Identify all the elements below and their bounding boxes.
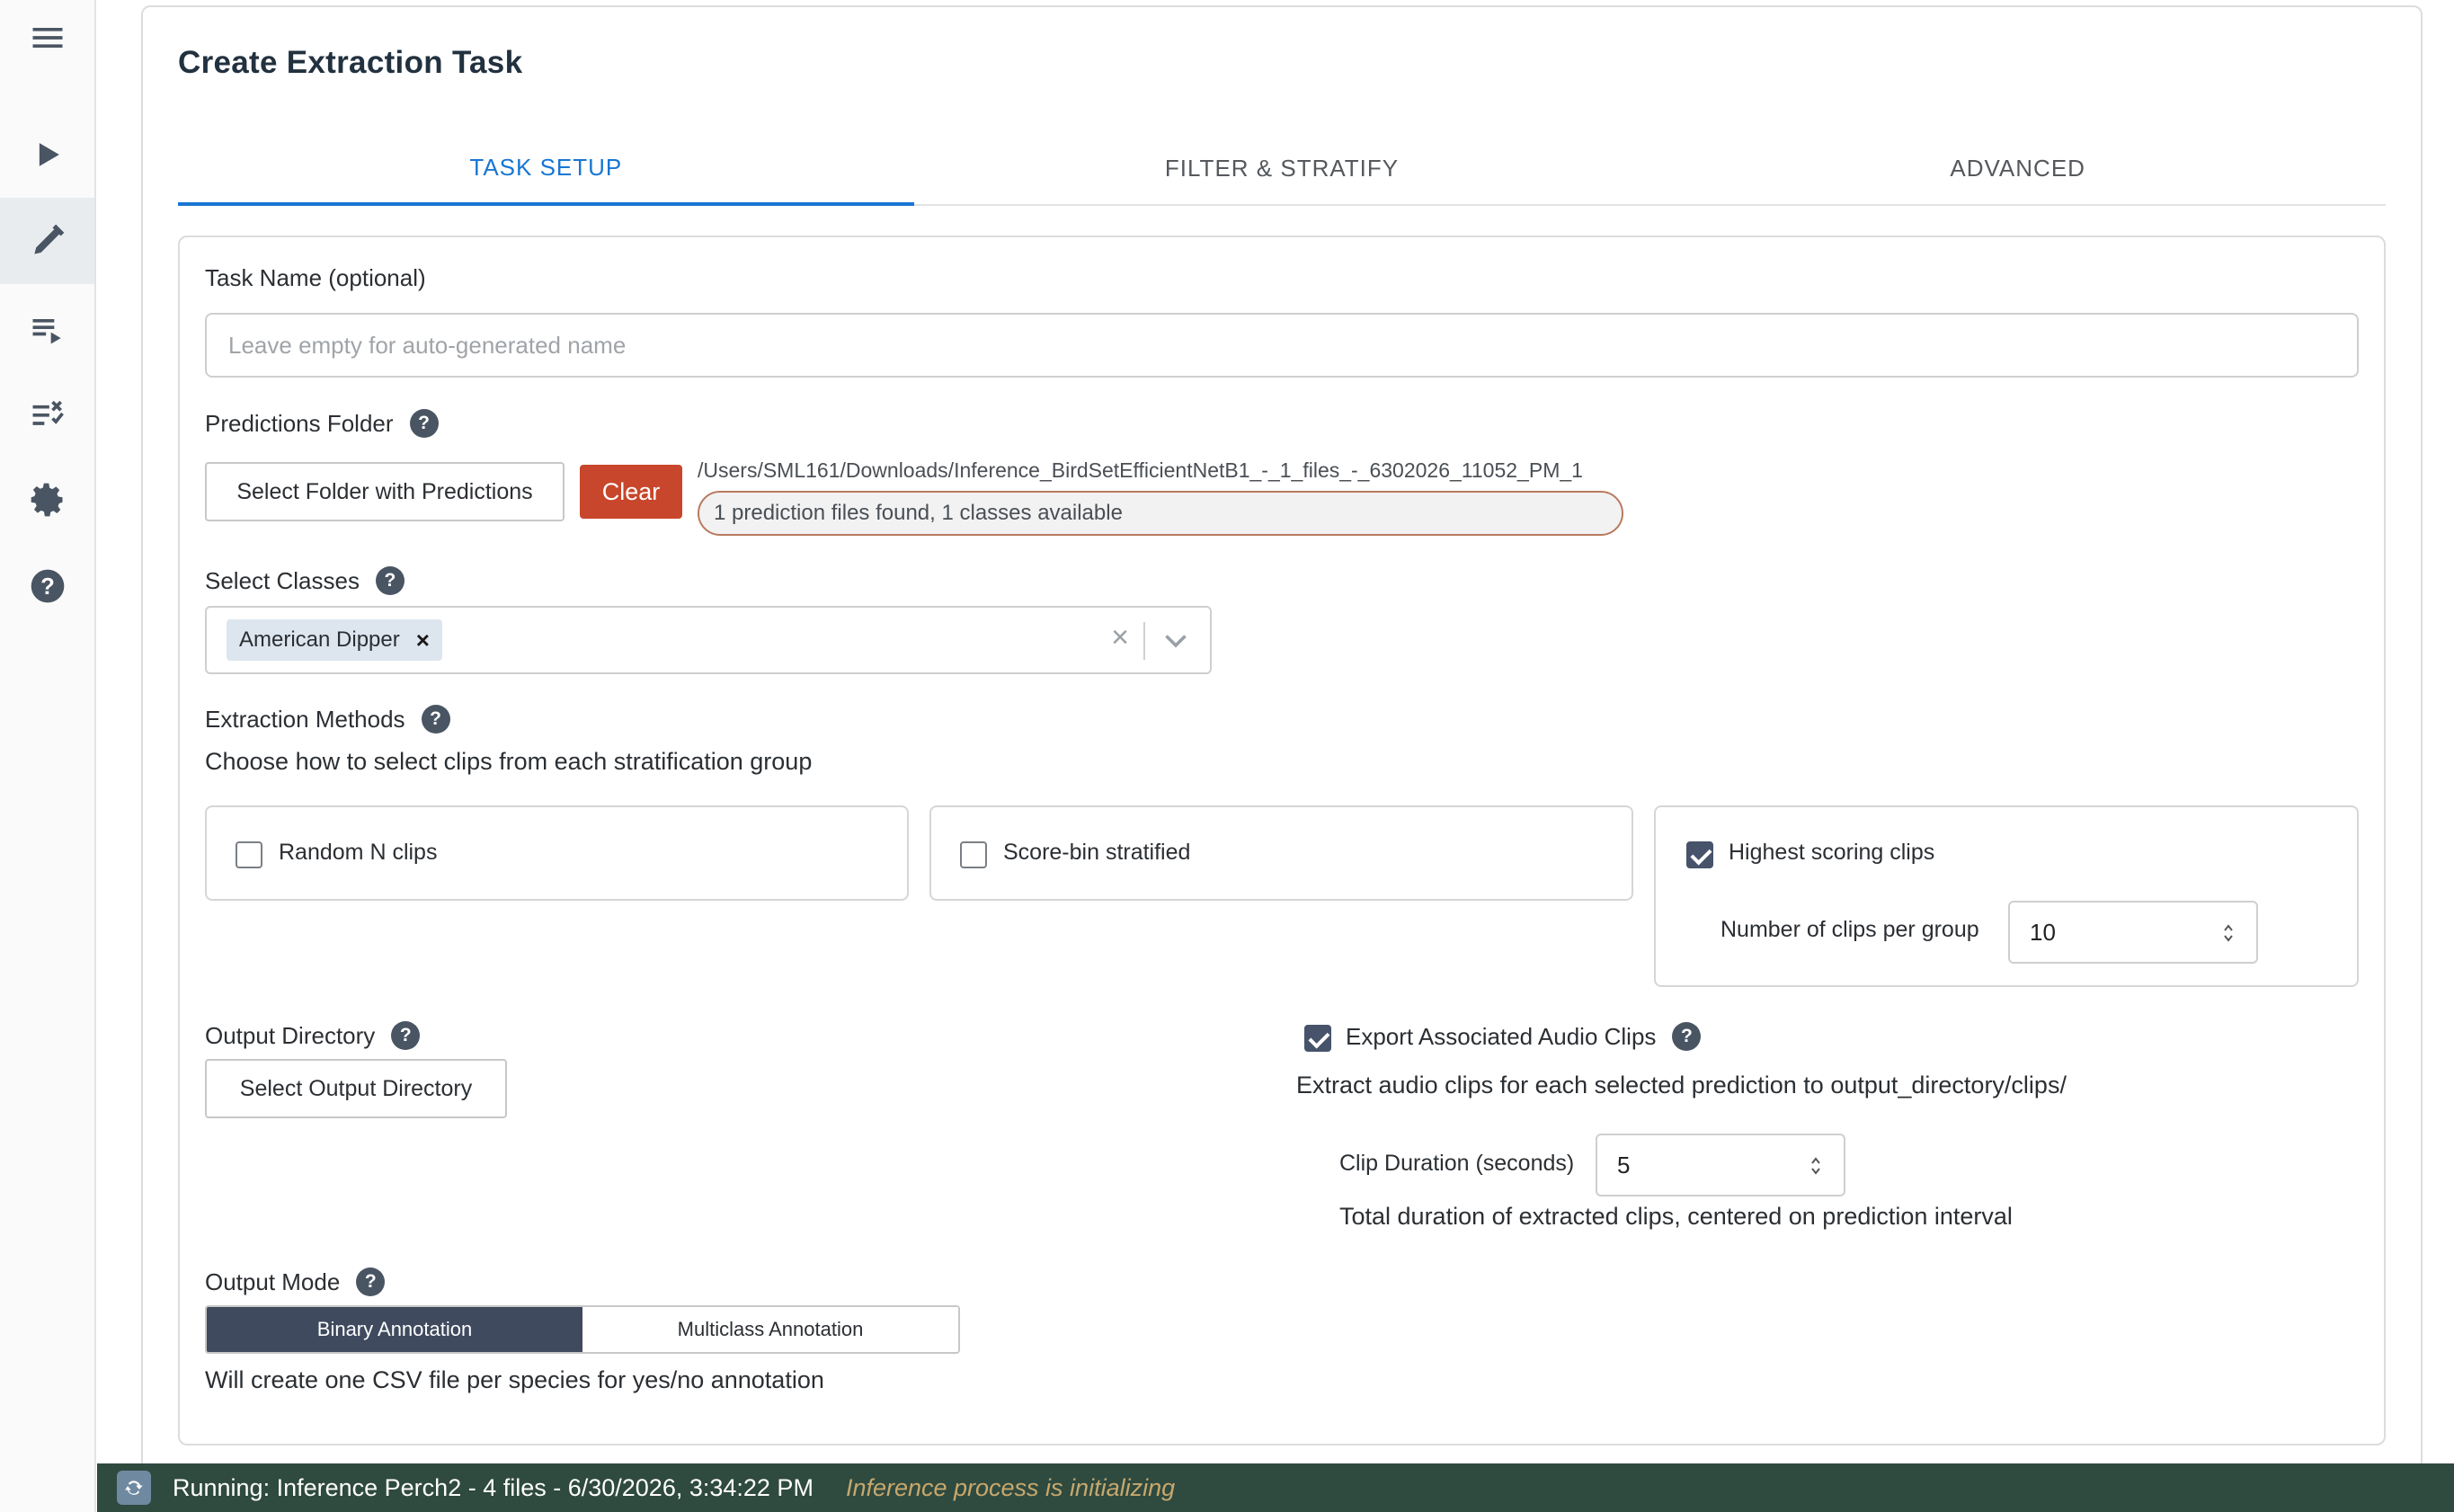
chevron-down-icon[interactable] xyxy=(1160,624,1192,656)
select-predictions-folder-button[interactable]: Select Folder with Predictions xyxy=(205,462,565,521)
clips-per-group-value: 10 xyxy=(2030,918,2056,946)
random-n-checkbox[interactable] xyxy=(236,841,262,868)
output-mode-label-text: Output Mode xyxy=(205,1267,341,1295)
predictions-folder-label-text: Predictions Folder xyxy=(205,409,394,437)
score-bin-label: Score-bin stratified xyxy=(1003,840,1191,865)
highest-scoring-label: Highest scoring clips xyxy=(1729,840,1935,865)
predictions-folder-label: Predictions Folder ? xyxy=(205,409,439,438)
task-name-label: Task Name (optional) xyxy=(205,264,426,292)
sidebar-item-help[interactable]: ? xyxy=(0,543,94,629)
sidebar: ? xyxy=(0,0,96,1512)
output-mode-toggle: Binary Annotation Multiclass Annotation xyxy=(205,1305,960,1354)
export-audio-label-text: Export Associated Audio Clips xyxy=(1346,1022,1657,1050)
tab-task-setup[interactable]: TASK SETUP xyxy=(178,133,914,206)
clips-per-group-input[interactable]: 10 xyxy=(2008,901,2258,964)
help-icon[interactable]: ? xyxy=(409,409,439,438)
page-title: Create Extraction Task xyxy=(178,45,523,80)
multiclass-annotation-option[interactable]: Multiclass Annotation xyxy=(582,1307,958,1352)
clip-duration-input[interactable]: 5 xyxy=(1596,1134,1845,1196)
status-text: Running: Inference Perch2 - 4 files - 6/… xyxy=(173,1473,814,1501)
sidebar-item-run[interactable] xyxy=(0,111,94,198)
list-check-icon xyxy=(32,400,64,425)
task-name-input[interactable] xyxy=(205,313,2359,378)
class-chip-label: American Dipper xyxy=(239,627,400,652)
export-audio-checkbox[interactable] xyxy=(1304,1025,1331,1052)
select-classes-label-text: Select Classes xyxy=(205,566,360,594)
help-icon[interactable]: ? xyxy=(391,1021,421,1050)
predictions-status-badge: 1 prediction files found, 1 classes avai… xyxy=(698,491,1623,536)
binary-annotation-option[interactable]: Binary Annotation xyxy=(207,1307,582,1352)
tab-filter-stratify[interactable]: FILTER & STRATIFY xyxy=(914,133,1650,204)
help-icon[interactable]: ? xyxy=(375,566,405,595)
predictions-status-text: 1 prediction files found, 1 classes avai… xyxy=(714,501,1123,525)
output-directory-label-text: Output Directory xyxy=(205,1021,376,1049)
chip-remove-icon[interactable]: × xyxy=(416,627,430,654)
help-icon[interactable]: ? xyxy=(421,705,450,734)
clip-duration-value: 5 xyxy=(1617,1151,1631,1178)
menu-button[interactable] xyxy=(0,0,94,81)
tab-advanced[interactable]: ADVANCED xyxy=(1649,133,2386,204)
clips-per-group-label: Number of clips per group xyxy=(1720,917,1979,942)
sidebar-item-settings[interactable] xyxy=(0,457,94,543)
random-n-label: Random N clips xyxy=(279,840,438,865)
help-icon[interactable]: ? xyxy=(356,1267,386,1296)
task-name-label-text: Task Name (optional) xyxy=(205,264,426,291)
help-icon[interactable]: ? xyxy=(1672,1022,1702,1051)
output-mode-description: Will create one CSV file per species for… xyxy=(205,1366,824,1393)
output-mode-label: Output Mode ? xyxy=(205,1267,386,1296)
clip-duration-label: Clip Duration (seconds) xyxy=(1339,1151,1575,1176)
status-substatus: Inference process is initializing xyxy=(845,1473,1176,1501)
export-audio-description: Extract audio clips for each selected pr… xyxy=(1296,1072,2067,1098)
pencil-icon xyxy=(33,224,64,254)
sidebar-item-review[interactable] xyxy=(0,370,94,457)
playlist-play-icon xyxy=(32,319,61,344)
extraction-methods-description: Choose how to select clips from each str… xyxy=(205,748,813,775)
spinner-icon[interactable] xyxy=(2222,921,2235,946)
tab-bar: TASK SETUP FILTER & STRATIFY ADVANCED xyxy=(178,133,2386,206)
score-bin-checkbox[interactable] xyxy=(960,841,987,868)
sidebar-item-queue[interactable] xyxy=(0,286,94,372)
sidebar-item-extract[interactable] xyxy=(0,198,94,284)
clip-duration-hint: Total duration of extracted clips, cente… xyxy=(1339,1203,2013,1230)
clear-button[interactable]: Clear xyxy=(580,465,682,519)
classes-multiselect[interactable]: American Dipper × × xyxy=(205,606,1212,674)
clear-selection-icon[interactable]: × xyxy=(1111,620,1129,655)
select-divider xyxy=(1143,622,1145,660)
extraction-methods-label: Extraction Methods ? xyxy=(205,705,450,734)
class-chip: American Dipper × xyxy=(227,619,442,661)
menu-icon xyxy=(32,28,62,48)
predictions-path: /Users/SML161/Downloads/Inference_BirdSe… xyxy=(698,458,1583,482)
svg-text:?: ? xyxy=(40,574,55,600)
output-directory-label: Output Directory ? xyxy=(205,1021,421,1050)
select-output-directory-button[interactable]: Select Output Directory xyxy=(205,1059,507,1118)
status-bar: Running: Inference Perch2 - 4 files - 6/… xyxy=(97,1463,2454,1512)
gear-icon xyxy=(31,483,62,517)
select-classes-label: Select Classes ? xyxy=(205,566,405,595)
refresh-icon[interactable] xyxy=(117,1471,151,1505)
highest-scoring-checkbox[interactable] xyxy=(1686,841,1713,868)
extraction-methods-label-text: Extraction Methods xyxy=(205,705,405,733)
export-audio-label: Export Associated Audio Clips ? xyxy=(1346,1022,1702,1051)
help-icon: ? xyxy=(31,569,64,603)
play-icon xyxy=(39,143,59,166)
spinner-icon[interactable] xyxy=(1809,1153,1822,1178)
